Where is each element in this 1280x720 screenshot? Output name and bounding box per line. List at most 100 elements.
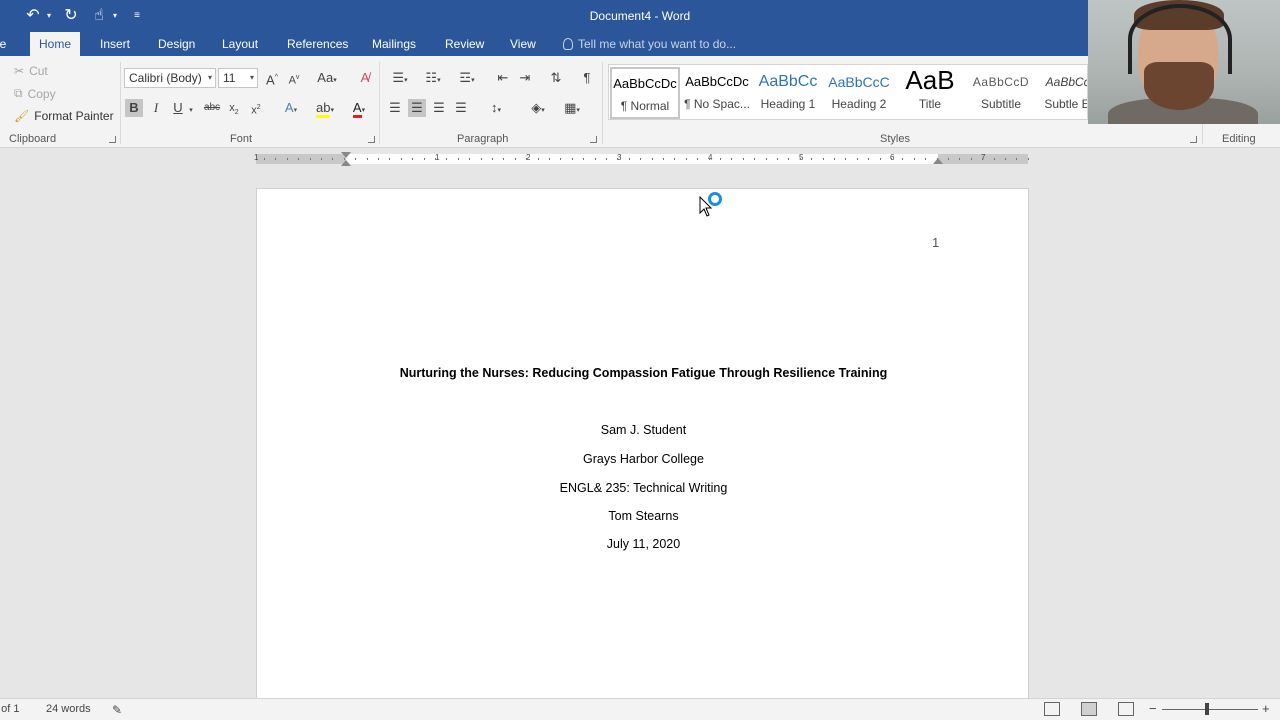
clipboard-launcher-icon[interactable] <box>109 136 116 143</box>
align-center-icon[interactable]: ☰ <box>408 99 426 117</box>
copy-icon: ⧉ <box>14 86 23 100</box>
line-spacing-icon[interactable]: ↕▾ <box>482 99 510 117</box>
right-indent-marker[interactable] <box>933 158 943 164</box>
ruler-tick <box>412 158 414 160</box>
text-effects-icon[interactable]: A▾ <box>278 99 304 117</box>
font-launcher-icon[interactable] <box>368 136 375 143</box>
decrease-indent-icon[interactable]: ⇤ <box>494 69 512 87</box>
ruler-tick <box>925 158 927 160</box>
style-normal[interactable]: AaBbCcDc ¶ Normal <box>610 67 680 119</box>
tab-home[interactable]: Home <box>30 32 81 56</box>
style-subtitle[interactable]: AaBbCcD Subtitle <box>966 67 1036 119</box>
clear-formatting-icon[interactable]: A̸ <box>356 69 374 87</box>
increase-indent-icon[interactable]: ⇥ <box>516 69 534 87</box>
word-count[interactable]: 24 words <box>46 703 91 715</box>
document-page[interactable]: 1 Nurturing the Nurses: Reducing Compass… <box>256 188 1029 708</box>
font-size-combo[interactable]: 11 ▾ <box>218 68 258 88</box>
author-line: Sam J. Student <box>600 423 687 437</box>
grow-font-icon[interactable]: A^ <box>263 69 281 87</box>
superscript-icon[interactable]: x2 <box>247 99 265 117</box>
print-layout-icon[interactable] <box>1081 702 1097 716</box>
zoom-slider[interactable] <box>1162 709 1258 710</box>
style-preview: AaBbCcD <box>1045 75 1087 89</box>
style-heading-2[interactable]: AaBbCcC Heading 2 <box>824 67 894 119</box>
cut-label: Cut <box>29 64 48 78</box>
bullets-icon[interactable]: ☰▾ <box>386 69 414 87</box>
hanging-indent-marker[interactable] <box>341 160 351 166</box>
page-count[interactable]: 1 of 1 <box>0 703 20 715</box>
ruler-tick <box>811 158 813 160</box>
ruler-tick <box>891 158 892 160</box>
ruler-tick <box>286 158 288 160</box>
ruler-tick <box>822 158 824 160</box>
tab-references[interactable]: References <box>278 32 357 56</box>
ruler-tick <box>321 158 322 160</box>
tab-view[interactable]: View <box>501 32 545 56</box>
horizontal-ruler[interactable]: 1 1 2 3 4 5 6 7 <box>254 153 1029 164</box>
mouse-pointer-icon <box>699 196 713 217</box>
underline-dropdown-icon[interactable]: ▾ <box>186 99 196 117</box>
style-subtle-emphasis[interactable]: AaBbCcD Subtle Em <box>1037 67 1087 119</box>
font-name-combo[interactable]: Calibri (Body) ▾ <box>124 68 216 88</box>
style-preview: AaBbCcDc <box>685 74 749 89</box>
ruler-tick <box>663 158 664 160</box>
first-line-indent-marker[interactable] <box>341 152 351 158</box>
change-case-button[interactable]: Aa▾ <box>314 69 340 87</box>
underline-icon[interactable]: U <box>169 99 187 117</box>
italic-icon[interactable]: I <box>147 99 165 117</box>
shading-icon[interactable]: ◈▾ <box>524 99 552 117</box>
ruler-tick <box>777 158 778 160</box>
proofing-icon[interactable]: ✎ <box>112 703 122 717</box>
tab-file[interactable]: File <box>0 32 15 56</box>
zoom-slider-thumb[interactable] <box>1205 703 1209 715</box>
font-color-icon[interactable]: A▾ <box>344 99 374 118</box>
subscript-icon[interactable]: x2 <box>225 99 243 117</box>
institution-line: Grays Harbor College <box>583 452 704 466</box>
ruler-tick <box>948 158 949 160</box>
format-painter-button[interactable]: 🖌 Format Painter <box>14 109 114 123</box>
copy-button[interactable]: ⧉ Copy <box>14 86 56 101</box>
sort-icon[interactable]: ⇅ <box>547 69 565 87</box>
read-mode-icon[interactable] <box>1044 702 1060 716</box>
ruler-tick <box>400 158 402 160</box>
ruler-tick <box>674 158 676 160</box>
style-heading-1[interactable]: AaBbCc Heading 1 <box>753 67 823 119</box>
tab-mailings[interactable]: Mailings <box>363 32 425 56</box>
style-preview: AaBbCcD <box>972 75 1030 89</box>
tab-layout[interactable]: Layout <box>213 32 267 56</box>
ruler-tick <box>309 158 311 160</box>
numbering-icon[interactable]: ☷▾ <box>418 69 448 87</box>
style-no-spacing[interactable]: AaBbCcDc ¶ No Spac... <box>682 67 752 119</box>
justify-icon[interactable]: ☰ <box>452 99 470 117</box>
multilevel-list-icon[interactable]: ☲▾ <box>452 69 482 87</box>
document-title: Nurturing the Nurses: Reducing Compassio… <box>399 366 888 380</box>
styles-launcher-icon[interactable] <box>1190 136 1197 143</box>
zoom-out-icon[interactable]: − <box>1149 701 1157 716</box>
style-name: ¶ No Spac... <box>684 97 750 111</box>
paragraph-group-label: Paragraph <box>457 133 509 145</box>
zoom-in-icon[interactable]: + <box>1262 701 1270 716</box>
highlight-color-icon[interactable]: ab▾ <box>310 99 340 118</box>
tab-design[interactable]: Design <box>149 32 204 56</box>
ruler-tick <box>571 158 573 160</box>
align-left-icon[interactable]: ☰ <box>386 99 404 117</box>
cut-button[interactable]: ✂ Cut <box>14 64 48 78</box>
ruler-tick <box>685 158 687 160</box>
style-name: Title <box>918 97 942 111</box>
course-line: ENGL& 235: Technical Writing <box>559 481 728 495</box>
shrink-font-icon[interactable]: Av <box>285 69 303 87</box>
align-right-icon[interactable]: ☰ <box>430 99 448 117</box>
style-title[interactable]: AaB Title <box>895 67 965 119</box>
show-formatting-marks-icon[interactable]: ¶ <box>578 69 596 87</box>
paintbrush-icon: 🖌 <box>14 109 30 123</box>
strikethrough-icon[interactable]: abc <box>203 99 221 117</box>
tab-review[interactable]: Review <box>436 32 493 56</box>
borders-icon[interactable]: ▦▾ <box>558 99 586 117</box>
web-layout-icon[interactable] <box>1118 702 1134 716</box>
bold-icon[interactable]: B <box>125 99 143 117</box>
tell-me-search[interactable]: Tell me what you want to do... <box>563 32 736 56</box>
tab-insert[interactable]: Insert <box>91 32 139 56</box>
scissors-icon: ✂ <box>14 64 25 78</box>
paragraph-launcher-icon[interactable] <box>590 136 597 143</box>
ruler-tick <box>970 158 972 160</box>
